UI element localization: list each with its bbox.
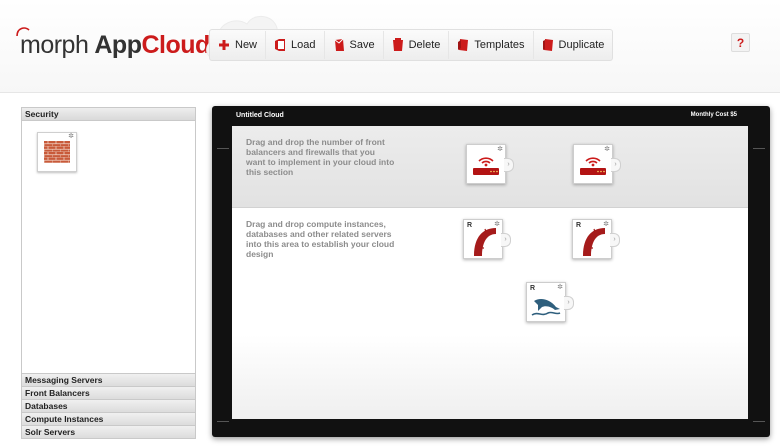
cloud-canvas-frame: Untitled Cloud Monthly Cost $5 Drag and … — [212, 106, 770, 437]
palette-firewall-item[interactable]: ✲ — [37, 132, 77, 172]
header: morph App Cloud TM New Load Save Delete … — [0, 0, 780, 93]
sidebar-item-compute-instances[interactable]: Compute Instances — [22, 412, 195, 425]
firewall-icon — [44, 141, 70, 163]
sidebar-item-messaging-servers[interactable]: Messaging Servers — [22, 373, 195, 386]
load-balancer-icon — [580, 157, 606, 175]
connector-handle[interactable]: › — [564, 296, 574, 310]
frame-tick — [217, 421, 229, 422]
connector-handle[interactable]: › — [611, 158, 621, 172]
toolbar: New Load Save Delete Templates Duplicate — [209, 29, 613, 61]
load-button[interactable]: Load — [265, 31, 323, 59]
mysql-badge: R — [530, 285, 536, 292]
duplicate-button-label: Duplicate — [558, 39, 605, 51]
duplicate-icon — [542, 39, 553, 51]
new-button[interactable]: New — [210, 31, 265, 59]
load-balancer-node[interactable]: ✲ › — [466, 144, 514, 184]
gear-icon: ✲ — [557, 284, 563, 291]
security-palette: ✲ — [22, 121, 195, 370]
server-tier-instructions: Drag and drop compute instances, databas… — [246, 219, 395, 259]
templates-button[interactable]: Templates — [448, 31, 532, 59]
frame-tick — [753, 148, 765, 149]
frame-tick — [753, 421, 765, 422]
front-tier-dropzone[interactable]: Drag and drop the number of front balanc… — [232, 126, 748, 208]
monthly-cost: Monthly Cost $5 — [690, 112, 737, 118]
load-button-label: Load — [291, 39, 316, 51]
load-balancer-node[interactable]: ✲ › — [573, 144, 621, 184]
connector-handle[interactable]: › — [610, 233, 620, 247]
mysql-dolphin-icon — [531, 299, 561, 316]
help-button[interactable]: ? — [731, 33, 750, 52]
logo-cloud-text: Cloud — [141, 31, 210, 59]
duplicate-button[interactable]: Duplicate — [532, 31, 613, 59]
logo-swirl-icon — [16, 27, 30, 37]
delete-button[interactable]: Delete — [382, 31, 449, 59]
app-logo: morph App Cloud TM — [16, 24, 224, 60]
server-tier-dropzone[interactable]: Drag and drop compute instances, databas… — [232, 208, 748, 419]
templates-icon — [458, 39, 469, 51]
cloud-title[interactable]: Untitled Cloud — [236, 112, 284, 119]
sidebar-item-databases[interactable]: Databases — [22, 399, 195, 412]
templates-button-label: Templates — [474, 39, 525, 51]
sidebar-item-front-balancers[interactable]: Front Balancers — [22, 386, 195, 399]
rails-icon — [583, 228, 605, 256]
sidebar-item-solr-servers[interactable]: Solr Servers — [22, 425, 195, 438]
load-balancer-icon — [473, 157, 499, 175]
cloud-design-area: Drag and drop the number of front balanc… — [232, 126, 748, 419]
new-button-label: New — [235, 39, 258, 51]
folder-icon — [275, 39, 286, 51]
help-icon: ? — [736, 35, 745, 50]
save-icon — [334, 38, 344, 51]
save-button-label: Save — [349, 39, 375, 51]
front-tier-instructions: Drag and drop the number of front balanc… — [246, 137, 395, 177]
mysql-database-node[interactable]: R ✲ › — [526, 282, 574, 322]
logo-app-text: App — [94, 31, 142, 59]
component-sidebar: Security ✲ Messaging Servers Front Balan… — [21, 107, 196, 439]
save-button[interactable]: Save — [323, 31, 383, 59]
plus-icon — [219, 40, 229, 50]
sidebar-section-list: Messaging Servers Front Balancers Databa… — [22, 373, 195, 438]
rails-icon — [474, 228, 496, 256]
trash-icon — [392, 38, 403, 51]
gear-icon: ✲ — [68, 133, 74, 140]
connector-handle[interactable]: › — [501, 233, 511, 247]
rails-server-node[interactable]: R ✲ › — [572, 219, 620, 259]
delete-button-label: Delete — [408, 39, 441, 51]
sidebar-section-security[interactable]: Security — [22, 108, 195, 121]
rails-server-node[interactable]: R ✲ › — [463, 219, 511, 259]
frame-tick — [217, 148, 229, 149]
connector-handle[interactable]: › — [504, 158, 514, 172]
